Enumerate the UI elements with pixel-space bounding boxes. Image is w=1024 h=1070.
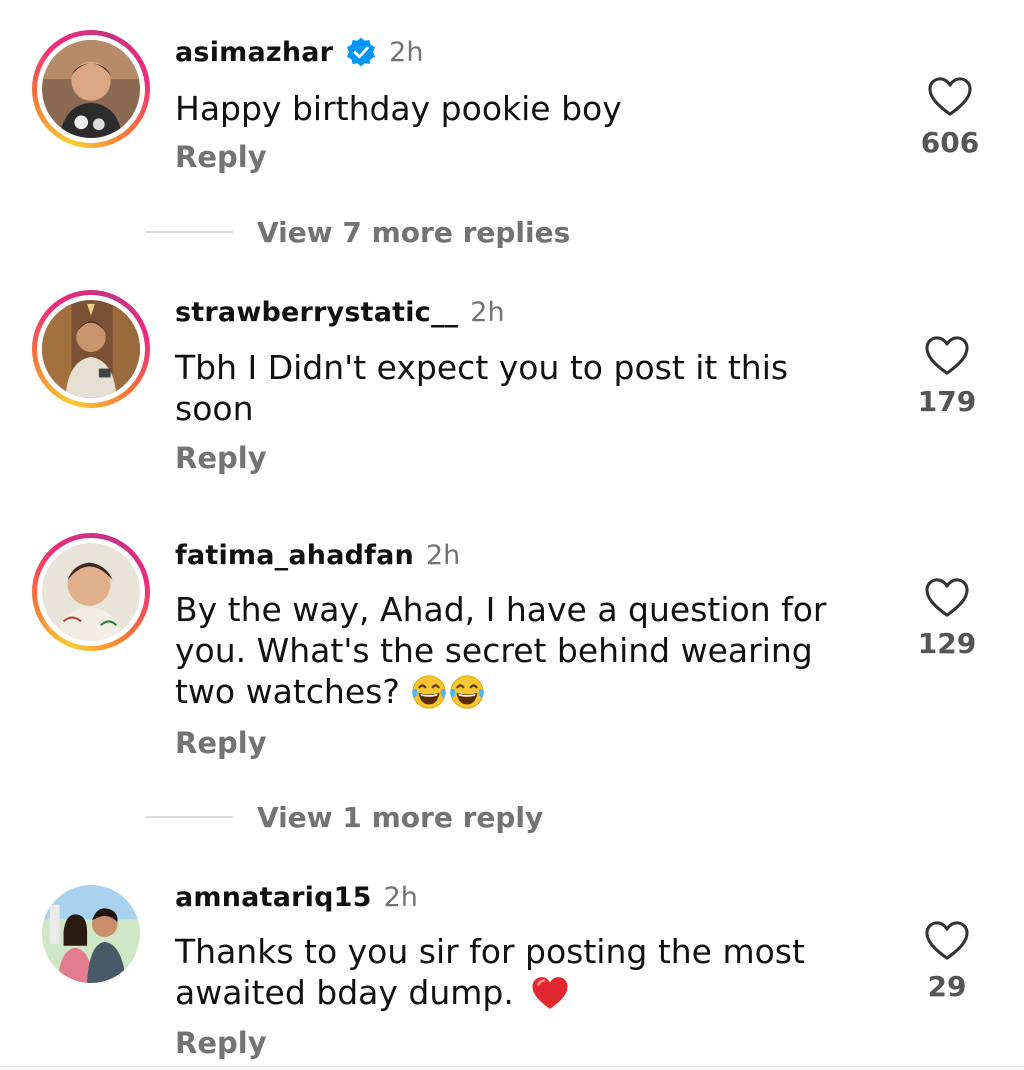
comment-username[interactable]: strawberrystatic__: [175, 297, 458, 328]
heart-outline-icon: [925, 578, 969, 617]
like-count: 179: [917, 385, 977, 418]
heart-outline-icon: [925, 336, 969, 375]
divider: [0, 1066, 1024, 1067]
avatar: [42, 300, 140, 398]
avatar: [42, 543, 140, 641]
comment-text: By the way, Ahad, I have a question for …: [175, 589, 855, 712]
reply-button[interactable]: Reply: [175, 441, 267, 475]
divider: [145, 816, 233, 818]
avatar-story-ring[interactable]: [32, 533, 150, 651]
comment-text: Thanks to you sir for posting the most a…: [175, 931, 855, 1013]
reply-button[interactable]: Reply: [175, 140, 267, 174]
avatar-story-ring[interactable]: [32, 290, 150, 408]
comment-timestamp: 2h: [470, 296, 505, 328]
comment-timestamp: 2h: [389, 36, 424, 68]
view-more-replies-button[interactable]: View 7 more replies: [145, 212, 570, 252]
comment-timestamp: 2h: [383, 881, 418, 913]
red-heart-icon: [532, 977, 568, 1009]
comment-text: Tbh I Didn't expect you to post it this …: [175, 348, 789, 428]
comment-text: Happy birthday pookie boy: [175, 89, 622, 128]
like-button[interactable]: 29: [897, 920, 997, 1003]
comment-text-body: By the way, Ahad, I have a question for …: [175, 590, 827, 711]
comment-username[interactable]: amnatariq15: [175, 882, 372, 913]
face-with-tears-of-joy-icon: [412, 675, 447, 709]
like-count: 606: [920, 126, 980, 159]
view-more-replies-label: View 1 more reply: [257, 800, 544, 834]
divider: [145, 231, 233, 233]
like-count: 29: [927, 970, 967, 1003]
comment-username[interactable]: asimazhar: [175, 37, 333, 68]
reply-button[interactable]: Reply: [175, 726, 267, 760]
comment-username[interactable]: fatima_ahadfan: [175, 540, 414, 571]
face-with-tears-of-joy-icon: [450, 675, 485, 709]
like-button[interactable]: 129: [897, 577, 997, 660]
like-count: 129: [917, 627, 977, 660]
heart-outline-icon: [925, 921, 969, 960]
avatar-story-ring[interactable]: [32, 30, 150, 148]
avatar[interactable]: [42, 885, 140, 983]
avatar: [42, 40, 140, 138]
comment-emoji: [410, 672, 486, 711]
heart-outline-icon: [928, 77, 972, 116]
view-more-replies-label: View 7 more replies: [257, 215, 571, 249]
comment-text-body: Thanks to you sir for posting the most a…: [175, 932, 805, 1012]
verified-badge-icon: [347, 37, 376, 67]
like-button[interactable]: 179: [897, 335, 997, 418]
like-button[interactable]: 606: [900, 76, 1000, 159]
comment-timestamp: 2h: [425, 539, 461, 571]
reply-button[interactable]: Reply: [175, 1026, 267, 1060]
view-more-replies-button[interactable]: View 1 more reply: [145, 797, 543, 837]
